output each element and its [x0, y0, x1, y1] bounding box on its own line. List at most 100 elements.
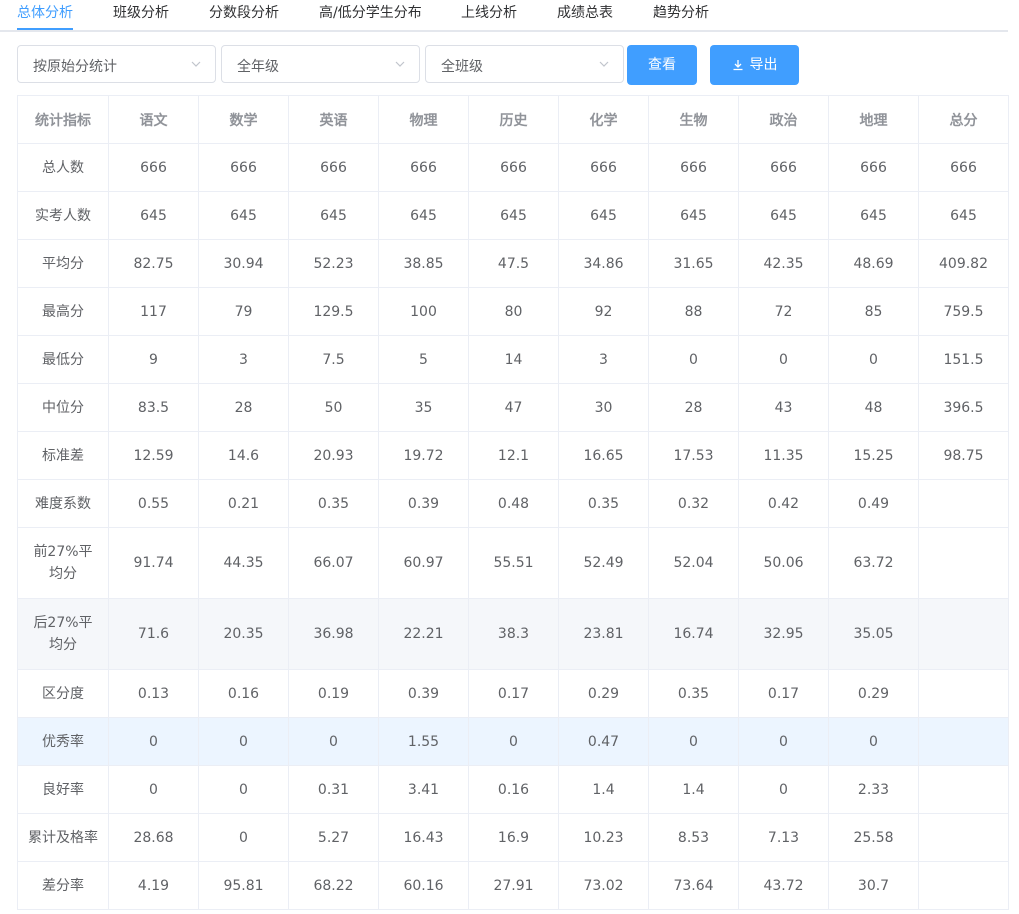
tab-score-band-analysis[interactable]: 分数段分析: [209, 2, 279, 22]
table-cell: 14: [468, 335, 559, 384]
row-label: 最低分: [17, 335, 109, 384]
table-cell: 666: [108, 143, 199, 192]
table-cell: 0.39: [378, 669, 469, 718]
table-cell: 50.06: [738, 527, 829, 599]
table-cell: 36.98: [288, 598, 379, 670]
table-cell: 79: [198, 287, 289, 336]
row-label: 实考人数: [17, 191, 109, 240]
table-cell: 666: [558, 143, 649, 192]
table-cell: 98.75: [918, 431, 1009, 480]
table-row: 平均分 82.75 30.94 52.23 38.85 47.5 34.86 31.65 42.…: [17, 239, 1009, 288]
column-header: 数学: [198, 95, 289, 144]
table-cell: 2.33: [828, 765, 919, 814]
class-select[interactable]: 全班级: [425, 45, 624, 83]
table-row: 优秀率 0 0 0 1.55 0 0.47 0 0 0: [17, 717, 1009, 766]
table-cell: 396.5: [918, 383, 1009, 432]
table-cell: 38.3: [468, 598, 559, 670]
table-cell: 15.25: [828, 431, 919, 480]
table-cell: 95.81: [198, 861, 289, 910]
table-cell: 0.55: [108, 479, 199, 528]
tab-score-summary[interactable]: 成绩总表: [557, 2, 613, 22]
table-cell: 0.29: [558, 669, 649, 718]
table-cell: 72: [738, 287, 829, 336]
table-cell: 645: [468, 191, 559, 240]
active-tab-indicator: [17, 28, 73, 30]
grade-select[interactable]: 全年级: [221, 45, 420, 83]
table-cell: 0: [648, 335, 739, 384]
table-cell: 73.02: [558, 861, 649, 910]
table-cell: 25.58: [828, 813, 919, 862]
table-cell: 43: [738, 383, 829, 432]
table-cell: 0.48: [468, 479, 559, 528]
table-cell: 20.93: [288, 431, 379, 480]
table-row: 标准差 12.59 14.6 20.93 19.72 12.1 16.65 17.53 11.3…: [17, 431, 1009, 480]
table-cell: 83.5: [108, 383, 199, 432]
tab-trend-analysis[interactable]: 趋势分析: [653, 2, 709, 22]
table-cell: 0.16: [468, 765, 559, 814]
table-row: 难度系数 0.55 0.21 0.35 0.39 0.48 0.35 0.32 0.42 0.49: [17, 479, 1009, 528]
tab-cutoff-analysis[interactable]: 上线分析: [461, 2, 517, 22]
table-cell: 7.13: [738, 813, 829, 862]
table-cell: 27.91: [468, 861, 559, 910]
table-cell: 16.65: [558, 431, 649, 480]
table-cell: 71.6: [108, 598, 199, 670]
column-header: 总分: [918, 95, 1009, 144]
table-cell: 0.21: [198, 479, 289, 528]
export-button[interactable]: 导出: [710, 45, 799, 85]
table-cell: 23.81: [558, 598, 649, 670]
export-button-label: 导出: [749, 57, 778, 73]
table-cell: 117: [108, 287, 199, 336]
tab-overall-analysis[interactable]: 总体分析: [17, 2, 73, 22]
table-cell: 35.05: [828, 598, 919, 670]
table-cell: 19.72: [378, 431, 469, 480]
table-cell: 16.43: [378, 813, 469, 862]
stat-mode-value: 按原始分统计: [33, 59, 117, 75]
table-cell: 0: [198, 717, 289, 766]
column-header: 政治: [738, 95, 829, 144]
table-cell: 0: [108, 717, 199, 766]
table-cell: 0.29: [828, 669, 919, 718]
table-cell: [918, 527, 1009, 599]
table-cell: 14.6: [198, 431, 289, 480]
table-cell: 9: [108, 335, 199, 384]
stats-table: 统计指标 语文 数学 英语 物理 历史 化学 生物 政治 地理 总分 总人数 666 666 666 666…: [17, 95, 1009, 910]
view-button[interactable]: 查看: [627, 45, 697, 85]
table-cell: 20.35: [198, 598, 289, 670]
table-cell: [918, 479, 1009, 528]
table-cell: 645: [288, 191, 379, 240]
row-label-line: 前27%平: [33, 544, 93, 560]
table-cell: 5: [378, 335, 469, 384]
table-cell: 0: [108, 765, 199, 814]
row-label-line: 后27%平: [33, 615, 93, 631]
table-cell: 0: [648, 717, 739, 766]
table-cell: 666: [378, 143, 469, 192]
row-label: 后27%平 均分: [17, 598, 109, 670]
table-cell: 3.41: [378, 765, 469, 814]
table-row: 区分度 0.13 0.16 0.19 0.39 0.17 0.29 0.35 0.17 0.29: [17, 669, 1009, 718]
tab-class-analysis[interactable]: 班级分析: [113, 2, 169, 22]
tab-high-low-distribution[interactable]: 高/低分学生分布: [319, 2, 422, 22]
view-button-label: 查看: [648, 57, 676, 73]
table-cell: 151.5: [918, 335, 1009, 384]
table-cell: 0: [738, 765, 829, 814]
row-label-line: 均分: [49, 566, 77, 582]
table-cell: [918, 598, 1009, 670]
row-label: 差分率: [17, 861, 109, 910]
table-cell: 43.72: [738, 861, 829, 910]
row-label: 难度系数: [17, 479, 109, 528]
table-cell: 645: [828, 191, 919, 240]
table-cell: 0: [468, 717, 559, 766]
stat-mode-select[interactable]: 按原始分统计: [17, 45, 216, 83]
table-cell: 42.35: [738, 239, 829, 288]
table-cell: 666: [288, 143, 379, 192]
table-cell: 38.85: [378, 239, 469, 288]
table-cell: 48: [828, 383, 919, 432]
table-row: 良好率 0 0 0.31 3.41 0.16 1.4 1.4 0 2.33: [17, 765, 1009, 814]
table-cell: 645: [378, 191, 469, 240]
table-cell: 0: [288, 717, 379, 766]
row-label: 平均分: [17, 239, 109, 288]
table-cell: 129.5: [288, 287, 379, 336]
table-cell: 16.9: [468, 813, 559, 862]
table-cell: 0.39: [378, 479, 469, 528]
table-row: 累计及格率 28.68 0 5.27 16.43 16.9 10.23 8.53 7.13 25.…: [17, 813, 1009, 862]
